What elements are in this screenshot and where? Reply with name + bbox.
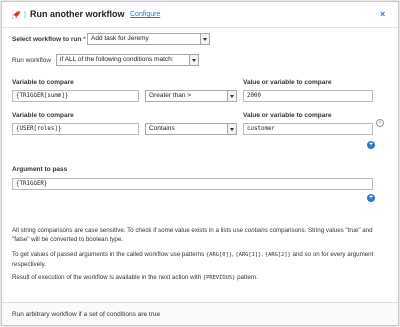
add-condition-plus-circle-icon[interactable]: + bbox=[367, 141, 375, 149]
condition-2-compare-label: Value or variable to compare bbox=[243, 112, 332, 119]
condition-2-variable-label: Variable to compare bbox=[12, 112, 74, 119]
condition-2-variable-input[interactable]: {USER[roles]} bbox=[12, 123, 139, 135]
configure-link[interactable]: Configure bbox=[130, 11, 160, 18]
argument-input[interactable]: {TRIGGER} bbox=[12, 178, 373, 190]
panel-title: Run another workflow bbox=[30, 9, 125, 19]
note-string-comparisons: All string comparisons are case sensitiv… bbox=[12, 227, 373, 243]
run-mode-select-value: if ALL of the following conditions match… bbox=[60, 56, 174, 63]
condition-1-operator-value: Greater than > bbox=[149, 92, 192, 99]
workflow-panel: | Run another workflow Configure × Selec… bbox=[1, 1, 399, 326]
argument-label: Argument to pass bbox=[12, 166, 68, 173]
add-argument-plus-circle-icon[interactable]: + bbox=[367, 194, 375, 202]
condition-1-variable-label: Variable to compare bbox=[12, 79, 74, 86]
close-icon[interactable]: × bbox=[380, 9, 385, 19]
workflow-select[interactable]: Add task for Jeremy bbox=[87, 33, 210, 45]
chevron-down-icon bbox=[227, 91, 236, 101]
chevron-down-icon bbox=[227, 124, 236, 134]
run-mode-label: Run workflow bbox=[12, 57, 52, 64]
condition-1-compare-input[interactable]: 2000 bbox=[243, 90, 373, 102]
panel-header: | Run another workflow Configure × bbox=[2, 2, 398, 28]
condition-2-operator-select[interactable]: Contains bbox=[145, 123, 237, 135]
condition-1-variable-input[interactable]: {TRIGGER[summ]} bbox=[12, 90, 139, 102]
chevron-down-icon bbox=[189, 55, 198, 65]
condition-2-operator-value: Contains bbox=[149, 125, 175, 132]
condition-1-compare-label: Value or variable to compare bbox=[243, 79, 332, 86]
note-arguments: To get values of passed arguments in the… bbox=[12, 251, 374, 268]
remove-condition-x-circle-icon[interactable]: × bbox=[376, 119, 384, 127]
note-previous-result: Result of execution of the workflow is a… bbox=[12, 274, 259, 281]
footer-description: Run arbitrary workflow if a set of condi… bbox=[12, 311, 161, 318]
workflow-select-value: Add task for Jeremy bbox=[91, 35, 149, 42]
condition-2-compare-input[interactable]: customer bbox=[243, 123, 373, 135]
panel-footer: Run arbitrary workflow if a set of condi… bbox=[2, 302, 398, 325]
workflow-label: Select workflow to run * bbox=[12, 36, 86, 43]
condition-1-operator-select[interactable]: Greater than > bbox=[145, 90, 237, 102]
rocket-icon bbox=[12, 11, 20, 19]
chevron-down-icon bbox=[200, 34, 209, 44]
run-mode-select[interactable]: if ALL of the following conditions match… bbox=[56, 54, 199, 66]
title-separator: | bbox=[24, 10, 27, 19]
